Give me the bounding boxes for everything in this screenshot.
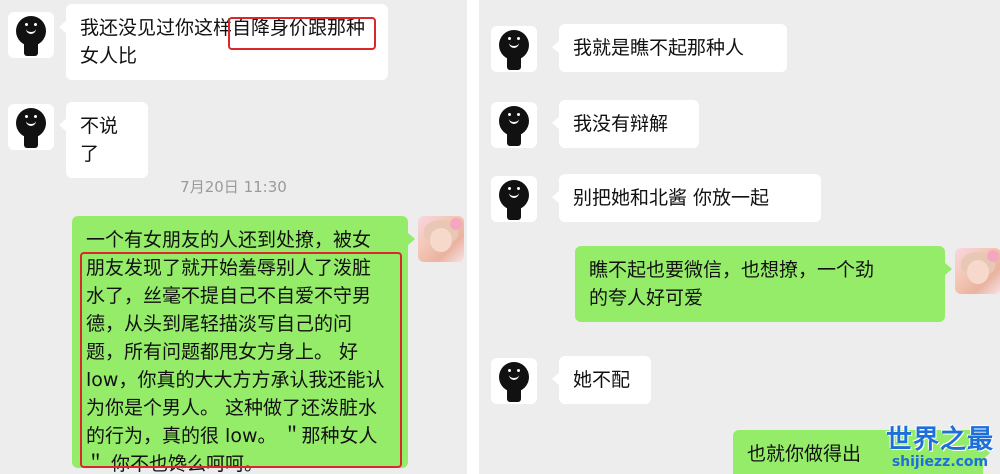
incoming-message[interactable]: 我就是瞧不起那种人 bbox=[552, 24, 787, 72]
message-text: 不说了 bbox=[80, 115, 119, 165]
message-text: 也就你做得出 bbox=[747, 443, 862, 465]
incoming-message[interactable]: 她不配 bbox=[552, 356, 651, 404]
incoming-message[interactable]: 我没有辩解 bbox=[552, 100, 699, 148]
user-avatar[interactable] bbox=[418, 216, 464, 262]
message-timestamp: 7月20日 11:30 bbox=[180, 178, 287, 196]
watermark-title: 世界之最 bbox=[885, 425, 994, 455]
outgoing-message[interactable]: 瞧不起也要微信，也想撩，一个劲 的夸人好可爱 bbox=[575, 246, 952, 322]
message-line: 瞧不起也要微信，也想撩，一个劲 bbox=[589, 259, 875, 281]
contact-avatar[interactable] bbox=[491, 26, 537, 72]
contact-avatar[interactable] bbox=[8, 12, 54, 58]
message-line: 的夸人好可爱 bbox=[589, 287, 704, 309]
message-text: 她不配 bbox=[573, 369, 631, 391]
highlight-box bbox=[228, 17, 376, 50]
message-text: 我就是瞧不起那种人 bbox=[573, 37, 745, 59]
watermark-url: shijiezz.com bbox=[891, 454, 989, 470]
site-watermark: 世界之最 shijiezz.com bbox=[886, 419, 994, 470]
message-line: 一个有女朋友的人还到处撩，被女 bbox=[86, 229, 372, 251]
incoming-message[interactable]: 别把她和北酱 你放一起 bbox=[552, 174, 821, 222]
left-chat-panel: 我还没见过你这样自降身价跟那种 女人比 不说了 7月20日 11:30 一个有女… bbox=[0, 0, 467, 474]
contact-avatar[interactable] bbox=[491, 358, 537, 404]
incoming-message[interactable]: 不说了 bbox=[59, 102, 148, 178]
contact-avatar[interactable] bbox=[491, 176, 537, 222]
message-text: 我没有辩解 bbox=[573, 113, 669, 135]
right-chat-panel: 我就是瞧不起那种人 我没有辩解 别把她和北酱 你放一起 瞧不起也要微信，也想撩，… bbox=[479, 0, 1000, 474]
message-text: 别把她和北酱 你放一起 bbox=[573, 187, 770, 209]
contact-avatar[interactable] bbox=[491, 102, 537, 148]
contact-avatar[interactable] bbox=[8, 104, 54, 150]
highlight-box bbox=[80, 252, 402, 468]
user-avatar[interactable] bbox=[955, 248, 1000, 294]
